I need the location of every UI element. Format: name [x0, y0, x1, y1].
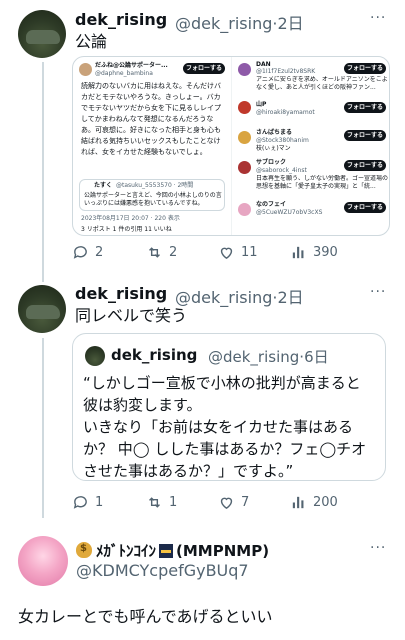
follow-button: フォローする: [344, 202, 386, 213]
author-name[interactable]: dek_rising: [75, 10, 167, 29]
retweet-count: 2: [169, 245, 178, 260]
retweet-icon: [149, 497, 160, 508]
like-button[interactable]: 7: [218, 494, 249, 511]
suggestion-handle: @Stock380hanim: [256, 137, 309, 144]
quoted-text-line: “しかしゴー宣板で小林の批判が高まると: [83, 374, 361, 392]
heart-icon: [220, 497, 233, 510]
embed-quote: たすく @tasuku_5553570 · 2時間 公論サポーターと言えど、今回…: [79, 179, 225, 211]
suggestion-bio: アニメに安らぎを求め、オールドアニソンをこよなく愛し、あと人が引くほどの阪神ファ…: [256, 76, 388, 91]
embed-timestamp: 2023年08月17日 20:07 · 220 表示: [81, 215, 180, 222]
more-options-icon[interactable]: ···: [370, 540, 386, 556]
avatar[interactable]: [18, 536, 68, 586]
avatar: [79, 63, 92, 76]
like-count: 7: [241, 495, 250, 510]
money-bag-icon: [76, 542, 92, 558]
suggestion-handle: @5CueWZU7obV3cXS: [256, 209, 323, 216]
like-count: 11: [241, 245, 258, 260]
embed-quoted-handle: @tasuku_5553570 · 2時間: [116, 182, 194, 189]
reply-icon: [73, 246, 87, 259]
image-left-pane: だふね@公論サポーター... @daphne_bambina フォローする 読解…: [73, 57, 231, 235]
embed-author-handle: @daphne_bambina: [95, 70, 153, 77]
retweet-button[interactable]: 2: [146, 244, 177, 261]
attached-image[interactable]: だふね@公論サポーター... @daphne_bambina フォローする 読解…: [72, 56, 390, 236]
tweet-text: 公論: [75, 32, 108, 51]
author-name[interactable]: ﾒｶﾞﾄﾝｺｲﾝ(MMPNMP): [76, 540, 269, 561]
quoted-text-line: 彼は豹変します。: [83, 396, 202, 414]
avatar: [238, 63, 251, 76]
embed-quoted-name: たすく: [94, 182, 113, 189]
author-handle[interactable]: @KDMCYcpefGyBUq7: [76, 561, 249, 580]
embed-author-name: だふね@公論サポーター...: [95, 62, 168, 69]
follow-button: フォローする: [344, 102, 386, 113]
quoted-author-handle: @dek_rising·6日: [208, 348, 329, 366]
follow-button: フォローする: [344, 130, 386, 141]
suggestion-name: さんばちまる: [256, 129, 293, 136]
follow-button: フォローする: [344, 160, 386, 171]
views-button[interactable]: 200: [290, 494, 338, 511]
avatar: [238, 161, 251, 174]
avatar: [238, 203, 251, 216]
views-icon: [292, 246, 304, 259]
avatar: [238, 101, 251, 114]
author-handle[interactable]: @dek_rising·2日: [175, 10, 304, 34]
views-count: 200: [313, 495, 338, 510]
flag-icon: [159, 544, 174, 558]
avatar[interactable]: [18, 285, 66, 333]
more-options-icon[interactable]: ···: [370, 10, 386, 26]
reply-count: 2: [95, 245, 104, 260]
suggestion-handle: @1I1f7Ezul2tv8SRK: [256, 68, 316, 75]
thread-line: [42, 338, 44, 518]
suggestion-name: サブロック: [256, 159, 287, 166]
quoted-text-line: か？ 中◯ しした事はあるか？フェ◯チオ: [83, 440, 367, 458]
quoted-author-name: dek_rising: [111, 346, 198, 364]
suggestion-name: なのフェイ: [256, 201, 287, 208]
reply-count: 1: [95, 495, 104, 510]
retweet-button[interactable]: 1: [146, 494, 177, 511]
reply-button[interactable]: 2: [72, 244, 103, 261]
author-name[interactable]: dek_rising: [75, 284, 167, 303]
suggestion-bio: 日本再生を願う、しがない労働者。ゴー宣道場の思想を基軸に「愛子皇太子の実現」と「…: [256, 175, 388, 190]
tweet-text: 同レベルで笑う: [75, 306, 188, 325]
avatar: [238, 131, 251, 144]
embed-body: 読解力のないバカに用はねえな。そんだけバカだとモテないやろうな。きっしょー。バカ…: [81, 82, 221, 156]
suggestion-bio: 枝(ぃぇ)マン: [256, 145, 291, 152]
retweet-count: 1: [169, 495, 178, 510]
author-handle[interactable]: @dek_rising·2日: [175, 284, 304, 308]
avatar[interactable]: [18, 10, 66, 58]
quoted-tweet[interactable]: dek_rising @dek_rising·6日 “しかしゴー宣板で小林の批判…: [72, 333, 386, 481]
reply-icon: [73, 496, 87, 509]
views-icon: [292, 496, 304, 509]
follow-button: フォローする: [344, 63, 386, 74]
embed-stats: 3 リポスト 1 件の引用 11 いいね: [81, 226, 172, 233]
thread-line: [42, 62, 44, 282]
follow-button: フォローする: [183, 63, 225, 74]
suggestion-name: 山P: [256, 101, 267, 108]
heart-icon: [220, 247, 233, 260]
image-right-pane: DAN @1I1f7Ezul2tv8SRK フォローする アニメに安らぎを求め、…: [231, 57, 389, 235]
views-count: 390: [313, 245, 338, 260]
retweet-icon: [149, 247, 160, 258]
quoted-text-line: させた事はあるか？」ですよ。”: [83, 462, 294, 480]
more-options-icon[interactable]: ···: [370, 284, 386, 300]
avatar: [85, 346, 105, 366]
views-button[interactable]: 390: [290, 244, 338, 261]
suggestion-handle: @hiroaki8yamamot: [256, 109, 315, 116]
reply-button[interactable]: 1: [72, 494, 103, 511]
embed-quoted-text: 公論サポーターと言えど、今回の小林よしのりの言いっぷりには嫌悪感を抱いているんで…: [84, 192, 222, 207]
tweet-text: 女カレーとでも呼んであげるといい: [18, 607, 273, 626]
suggestion-handle: @saborock_4inst: [256, 167, 307, 174]
quoted-text-line: いきなり「お前は女をイカせた事はある: [83, 418, 354, 436]
like-button[interactable]: 11: [218, 244, 258, 261]
